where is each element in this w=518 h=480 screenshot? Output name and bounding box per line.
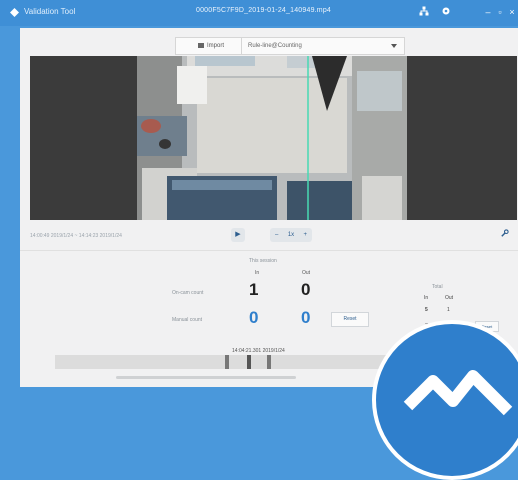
total-out-header: Out: [445, 295, 454, 301]
in-header: In: [255, 270, 260, 276]
network-icon[interactable]: [418, 6, 430, 18]
out-header: Out: [302, 270, 311, 276]
video-viewer[interactable]: [30, 56, 517, 220]
timeline-segment: [225, 355, 229, 369]
maximize-icon[interactable]: ▫: [494, 6, 506, 18]
this-session-label: This session: [249, 258, 277, 264]
timeline-segment: [267, 355, 271, 369]
slower-icon[interactable]: –: [275, 228, 278, 242]
on-cam-out-value: 0: [301, 280, 311, 299]
brand-logo: [372, 320, 518, 480]
file-name: 0000F5C7F9D_2019-01-24_140949.mp4: [196, 7, 332, 14]
on-cam-count-label: On-cam count: [172, 290, 204, 296]
reset-button[interactable]: Reset: [331, 312, 369, 327]
chevron-down-icon[interactable]: [391, 44, 397, 48]
play-button[interactable]: ▶: [231, 228, 245, 242]
divider: [20, 250, 518, 251]
total-row1-in: 5: [425, 307, 428, 313]
video-time-range: 14:00:49 2019/1/24 ~ 14:14:23 2019/1/24: [30, 233, 122, 239]
settings-icon[interactable]: [440, 6, 452, 18]
faster-icon[interactable]: +: [303, 228, 307, 242]
mountain-icon: [403, 370, 513, 416]
timeline-track[interactable]: [55, 355, 393, 369]
camera-scene-image: [137, 56, 407, 220]
close-icon[interactable]: ×: [506, 6, 518, 18]
title-bar: Validation Tool 0000F5C7F9D_2019-01-24_1…: [0, 0, 518, 26]
on-cam-in-value: 1: [249, 280, 259, 299]
video-frame: [137, 56, 407, 220]
minimize-icon[interactable]: –: [482, 6, 494, 18]
rule-name: Rule-line@Counting: [248, 43, 302, 49]
manual-out-value[interactable]: 0: [301, 308, 310, 328]
speed-value: 1x: [287, 232, 295, 238]
camera-name: Import: [207, 43, 225, 49]
timeline-scrollbar[interactable]: [116, 376, 296, 379]
camera-icon: [198, 42, 204, 48]
total-in-header: In: [424, 295, 429, 301]
app-logo-icon: [10, 8, 19, 17]
total-row1-out: 1: [447, 307, 450, 313]
timeline-playhead[interactable]: [247, 355, 251, 369]
timeline-current-time: 14:04:21.301 2019/1/24: [232, 348, 285, 354]
source-selector[interactable]: Import Rule-line@Counting: [175, 37, 405, 55]
wrench-icon[interactable]: [500, 229, 509, 240]
manual-in-value[interactable]: 0: [249, 308, 258, 328]
speed-control[interactable]: – 1x +: [270, 228, 312, 242]
app-title: Validation Tool: [24, 7, 76, 16]
manual-count-label: Manual count: [172, 317, 203, 323]
camera-selector[interactable]: Import: [176, 38, 242, 54]
total-label: Total: [432, 284, 443, 290]
